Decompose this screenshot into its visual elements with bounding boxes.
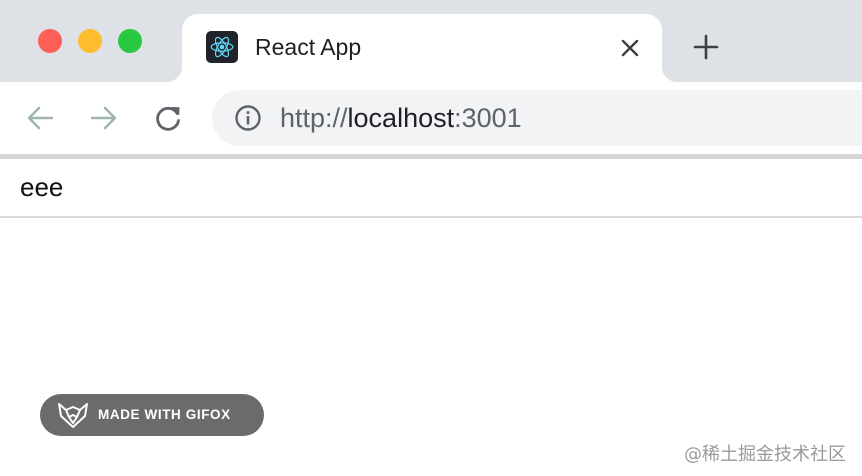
watermark-text: @稀土掘金技术社区	[684, 444, 846, 465]
tab-title: React App	[255, 34, 362, 60]
content-divider	[0, 216, 862, 218]
tab-strip: React App	[0, 0, 862, 82]
url-scheme: http://	[280, 103, 348, 133]
gifox-badge: MADE WITH GIFOX	[40, 394, 264, 436]
url-host: localhost	[347, 103, 455, 133]
url-port: :3001	[454, 103, 522, 133]
reload-icon[interactable]	[150, 100, 186, 136]
page-text: eee	[20, 172, 64, 202]
close-icon[interactable]	[616, 34, 644, 62]
browser-toolbar: http://localhost:3001	[0, 82, 862, 154]
window-zoom-button[interactable]	[118, 29, 142, 53]
arrow-right-icon[interactable]	[86, 100, 122, 136]
info-icon[interactable]	[234, 104, 262, 132]
window-close-button[interactable]	[38, 29, 62, 53]
gifox-fox-icon	[58, 403, 88, 428]
url-text[interactable]: http://localhost:3001	[280, 103, 522, 134]
arrow-left-icon[interactable]	[22, 100, 58, 136]
react-logo-icon	[206, 31, 238, 63]
window-minimize-button[interactable]	[78, 29, 102, 53]
badge-label: MADE WITH GIFOX	[98, 407, 231, 422]
browser-tab-active[interactable]: React App	[166, 14, 678, 82]
plus-icon[interactable]	[690, 31, 722, 63]
address-bar[interactable]: http://localhost:3001	[212, 90, 862, 146]
toolbar-divider	[0, 154, 862, 159]
